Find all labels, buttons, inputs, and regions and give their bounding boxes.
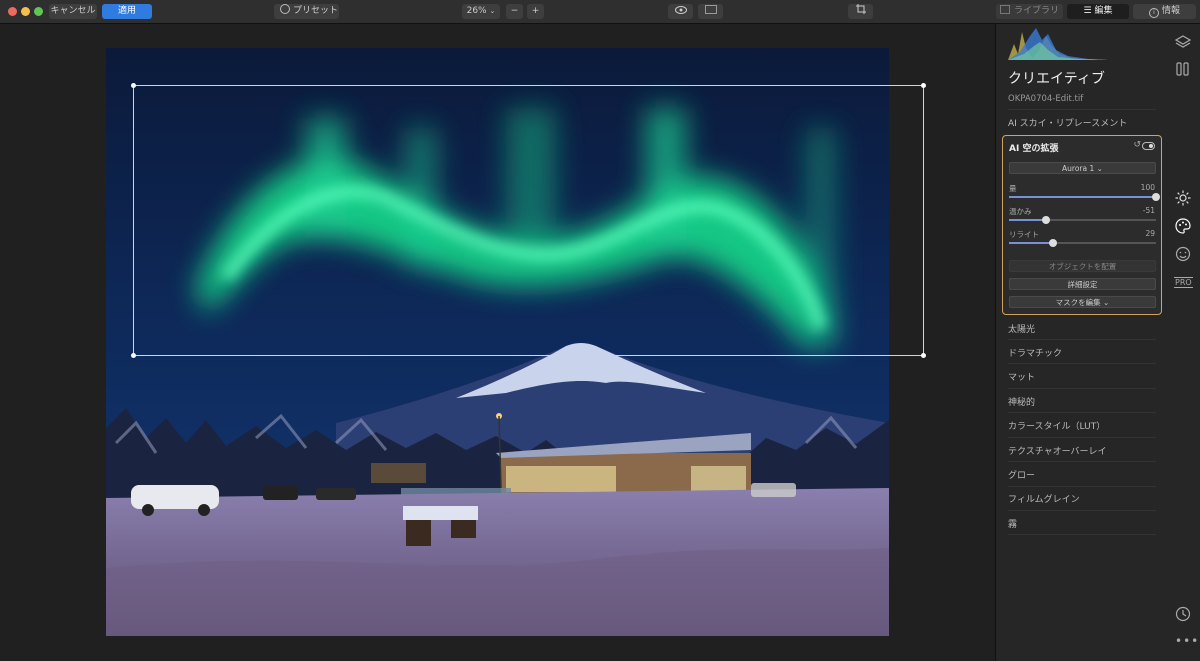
more-options-icon[interactable]: ••• xyxy=(1175,634,1199,648)
chevron-down-icon: ⌄ xyxy=(1096,164,1103,173)
crop-button[interactable] xyxy=(848,4,873,19)
undo-icon[interactable]: ↺ xyxy=(1133,140,1141,150)
slider-fill xyxy=(1009,196,1156,198)
divider xyxy=(1008,534,1156,535)
palette-creative-icon[interactable] xyxy=(1175,218,1191,234)
tool-film-grain[interactable]: フィルムグレイン xyxy=(1008,492,1080,505)
slider-knob[interactable] xyxy=(1049,239,1058,247)
divider xyxy=(1008,437,1156,438)
library-tab[interactable]: ライブラリ xyxy=(996,4,1063,19)
slider-fill xyxy=(1009,219,1046,221)
presets-label: プリセット xyxy=(293,6,339,16)
frame-handle-bottom-left[interactable] xyxy=(131,353,136,358)
relight-slider[interactable] xyxy=(1009,239,1156,247)
warmth-slider[interactable] xyxy=(1009,216,1156,224)
presets-icon xyxy=(280,4,290,14)
tool-color-styles-lut[interactable]: カラースタイル（LUT） xyxy=(1008,419,1105,432)
eye-icon xyxy=(674,6,687,14)
tool-glow[interactable]: グロー xyxy=(1008,468,1035,481)
slider-value: 29 xyxy=(1145,229,1155,238)
sky-extension-card: AI 空の拡張 ↺ Aurora 1 ⌄ 量 100 温かみ -51 リライト … xyxy=(1002,135,1162,315)
place-objects-button[interactable]: オブジェクトを配置 xyxy=(1009,260,1156,272)
frame-handle-bottom-right[interactable] xyxy=(921,353,926,358)
tool-sunrays[interactable]: 太陽光 xyxy=(1008,322,1035,335)
slider-knob[interactable] xyxy=(1152,193,1160,201)
edit-mask-label: マスクを編集 xyxy=(1055,298,1101,307)
top-toolbar: キャンセル 適用 プリセット 26% ⌄ − + ライブラリ ☰ 編集 i 情報 xyxy=(0,0,1200,24)
slider-label: リライト xyxy=(1009,230,1039,239)
close-window-button[interactable] xyxy=(8,7,17,16)
info-icon: i xyxy=(1148,8,1159,18)
compare-button[interactable] xyxy=(698,4,723,19)
layers-icon[interactable] xyxy=(1175,34,1191,50)
divider xyxy=(1008,461,1156,462)
portrait-face-icon[interactable] xyxy=(1175,246,1191,262)
apply-button[interactable]: 適用 xyxy=(102,4,152,19)
minimize-window-button[interactable] xyxy=(21,7,30,16)
info-tab[interactable]: i 情報 xyxy=(1133,4,1196,19)
histogram xyxy=(1008,28,1108,60)
slider-fill xyxy=(1009,242,1054,244)
library-icon xyxy=(999,5,1010,14)
crop-icon xyxy=(855,4,866,14)
tool-texture-overlay[interactable]: テクスチャオーバーレイ xyxy=(1008,444,1107,457)
slider-label: 温かみ xyxy=(1009,207,1032,216)
sky-preset-dropdown[interactable]: Aurora 1 ⌄ xyxy=(1009,162,1156,174)
divider xyxy=(1008,510,1156,511)
panel-title: クリエイティブ xyxy=(1008,71,1105,87)
sliders-icon: ☰ xyxy=(1083,6,1092,16)
divider xyxy=(1008,486,1156,487)
divider xyxy=(1008,109,1156,110)
tool-sky-replacement[interactable]: AI スカイ・リプレースメント xyxy=(1008,116,1127,129)
tool-dramatic[interactable]: ドラマチック xyxy=(1008,346,1062,359)
slider-knob[interactable] xyxy=(1041,216,1050,224)
frame-handle-top-left[interactable] xyxy=(131,83,136,88)
file-name: OKPA0704-Edit.tif xyxy=(1008,94,1084,104)
preview-eye-button[interactable] xyxy=(668,4,693,19)
tool-mystical[interactable]: 神秘的 xyxy=(1008,395,1035,408)
sun-essentials-icon[interactable] xyxy=(1175,190,1191,206)
tool-matte[interactable]: マット xyxy=(1008,370,1035,383)
frame-handle-top-right[interactable] xyxy=(921,83,926,88)
toggle-switch[interactable] xyxy=(1142,142,1155,150)
divider xyxy=(1008,388,1156,389)
pro-tools-badge[interactable]: PRO xyxy=(1174,277,1193,288)
info-label: 情報 xyxy=(1161,6,1180,16)
canvas-tools-icon[interactable] xyxy=(1175,61,1191,77)
cancel-button[interactable]: キャンセル xyxy=(49,4,97,19)
edit-mask-button[interactable]: マスクを編集 ⌄ xyxy=(1009,296,1156,308)
slider-value: 100 xyxy=(1140,183,1155,192)
slider-value: -51 xyxy=(1142,206,1155,215)
card-title: AI 空の拡張 xyxy=(1009,144,1059,154)
zoom-label: 26% xyxy=(466,6,487,16)
chevron-down-icon: ⌄ xyxy=(489,7,496,15)
amount-slider[interactable] xyxy=(1009,193,1160,201)
zoom-in-button[interactable]: + xyxy=(527,4,544,19)
advanced-settings-button[interactable]: 詳細設定 xyxy=(1009,278,1156,290)
divider xyxy=(1008,412,1156,413)
sky-extension-frame[interactable] xyxy=(133,85,924,356)
presets-button[interactable]: プリセット xyxy=(274,4,339,19)
sky-preset-label: Aurora 1 xyxy=(1062,164,1095,173)
compare-icon xyxy=(704,5,717,14)
toggle-knob xyxy=(1149,144,1153,148)
divider xyxy=(1008,363,1156,364)
chevron-down-icon: ⌄ xyxy=(1103,298,1110,307)
zoom-out-button[interactable]: − xyxy=(506,4,523,19)
library-label: ライブラリ xyxy=(1013,6,1059,16)
maximize-window-button[interactable] xyxy=(34,7,43,16)
edit-label: 編集 xyxy=(1094,6,1113,16)
zoom-dropdown[interactable]: 26% ⌄ xyxy=(462,4,500,19)
slider-label: 量 xyxy=(1009,184,1017,193)
tool-fog[interactable]: 霧 xyxy=(1008,517,1017,530)
edit-tab[interactable]: ☰ 編集 xyxy=(1067,4,1129,19)
divider xyxy=(1008,339,1156,340)
history-clock-icon[interactable] xyxy=(1175,606,1191,622)
tool-category-sidebar: PRO ••• xyxy=(1166,24,1200,661)
